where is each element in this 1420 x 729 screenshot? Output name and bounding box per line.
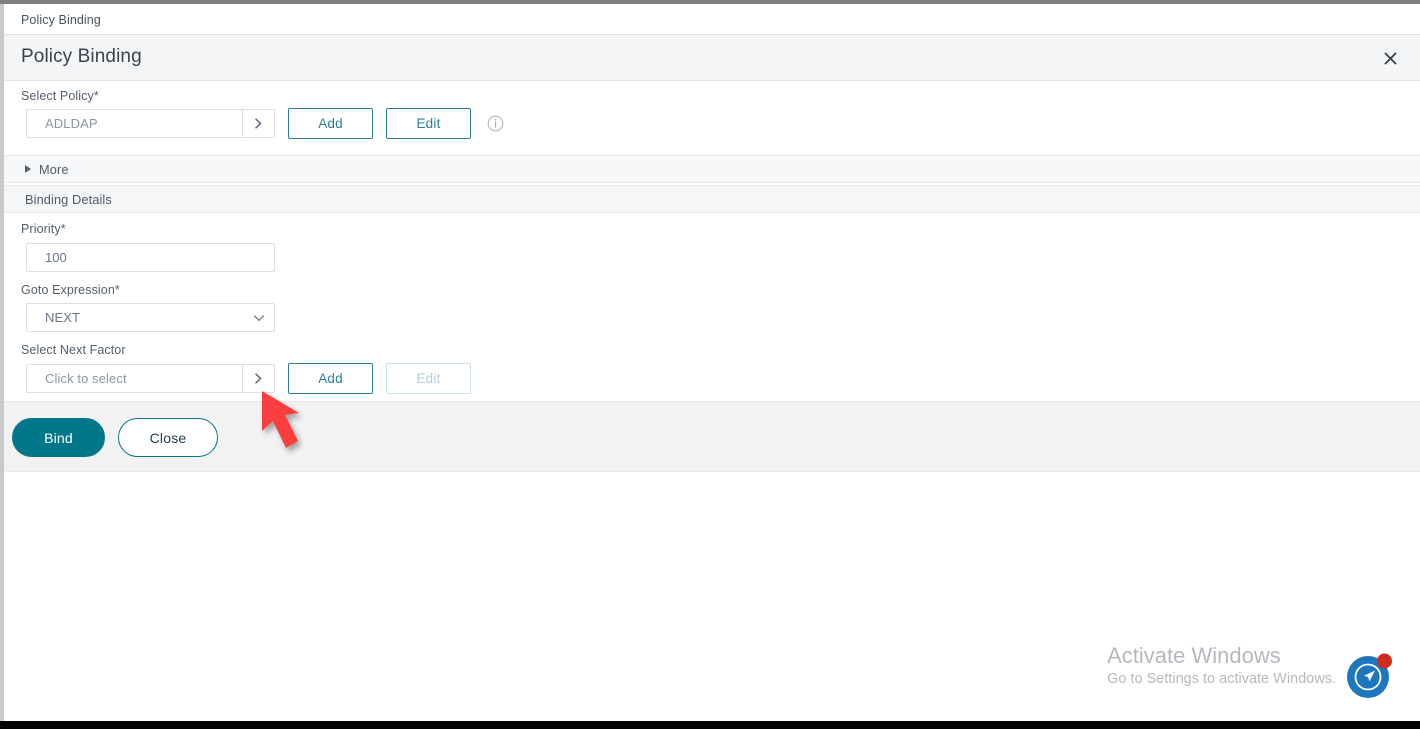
- dialog-titlebar: Policy Binding: [4, 34, 1420, 81]
- window-bottom-border: [0, 721, 1420, 729]
- select-policy-label: Select Policy*: [21, 89, 99, 103]
- caret-right-icon: [25, 165, 31, 173]
- chevron-right-icon[interactable]: [242, 365, 274, 392]
- windows-activation-watermark: Activate Windows Go to Settings to activ…: [1107, 642, 1336, 689]
- binding-details-label: Binding Details: [25, 191, 112, 207]
- page-title: Policy Binding: [21, 46, 142, 67]
- add-policy-button[interactable]: Add: [288, 108, 373, 139]
- priority-label: Priority*: [21, 222, 66, 236]
- close-icon[interactable]: [1376, 44, 1404, 72]
- more-section-label: More: [39, 161, 69, 177]
- info-icon[interactable]: [487, 115, 504, 132]
- edit-policy-button[interactable]: Edit: [386, 108, 471, 139]
- next-factor-placeholder: Click to select: [45, 371, 127, 386]
- watermark-subtitle: Go to Settings to activate Windows.: [1107, 671, 1336, 687]
- bind-button[interactable]: Bind: [12, 418, 105, 457]
- application-window: Policy Binding Policy Binding Select Pol…: [0, 0, 1420, 729]
- breadcrumb[interactable]: Policy Binding: [21, 13, 101, 27]
- add-next-factor-button[interactable]: Add: [288, 363, 373, 394]
- chevron-down-icon: [244, 311, 274, 325]
- select-policy-value: ADLDAP: [45, 116, 98, 131]
- goto-expression-label: Goto Expression*: [21, 283, 120, 297]
- binding-details-body: Priority* Goto Expression* NEXT Select N…: [4, 213, 1420, 401]
- binding-details-header: Binding Details: [4, 185, 1420, 213]
- chevron-right-icon[interactable]: [242, 110, 274, 137]
- priority-input[interactable]: [26, 243, 275, 272]
- edit-next-factor-button: Edit: [386, 363, 471, 394]
- goto-expression-value: NEXT: [45, 310, 81, 325]
- breadcrumb-bar: Policy Binding: [4, 4, 1420, 34]
- select-policy-combo[interactable]: ADLDAP: [26, 109, 275, 138]
- watermark-title: Activate Windows: [1107, 643, 1281, 668]
- dialog-footer: Bind Close: [4, 401, 1420, 472]
- navigation-arrow-icon[interactable]: [1346, 651, 1394, 699]
- goto-expression-select[interactable]: NEXT: [26, 303, 275, 332]
- next-factor-combo[interactable]: Click to select: [26, 364, 275, 393]
- close-button[interactable]: Close: [118, 418, 218, 457]
- more-section-toggle[interactable]: More: [4, 155, 1420, 183]
- next-factor-label: Select Next Factor: [21, 343, 126, 357]
